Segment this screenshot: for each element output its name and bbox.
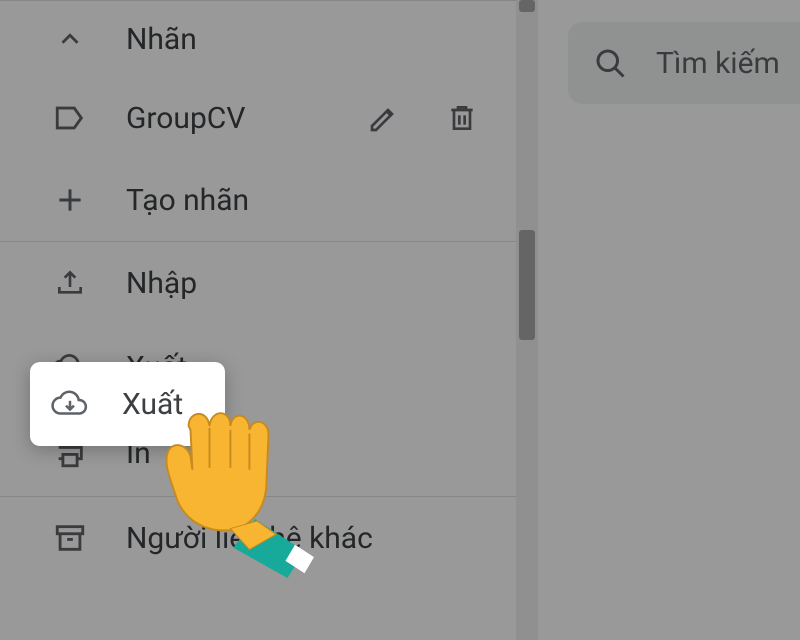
content-area: Tìm kiếm [538, 0, 800, 640]
label-name: GroupCV [126, 101, 245, 136]
cloud-download-icon [50, 384, 90, 424]
upload-icon [50, 263, 90, 303]
create-label-text: Tạo nhãn [126, 183, 249, 218]
app-root: Tìm kiếm Nhãn GroupCV [0, 0, 800, 640]
label-icon [50, 98, 90, 138]
chevron-up-icon [50, 19, 90, 59]
search-placeholder: Tìm kiếm [656, 46, 780, 81]
archive-icon [50, 518, 90, 558]
delete-label-button[interactable] [442, 98, 482, 138]
sidebar-scrollbar[interactable] [516, 0, 538, 640]
label-item[interactable]: GroupCV [0, 77, 516, 159]
search-box[interactable]: Tìm kiếm [568, 22, 800, 104]
scrollbar-thumb[interactable] [519, 0, 535, 12]
edit-label-button[interactable] [364, 98, 404, 138]
search-icon [592, 45, 628, 81]
import-button[interactable]: Nhập [0, 242, 516, 324]
labels-section-title: Nhãn [126, 22, 197, 57]
import-label: Nhập [126, 266, 197, 301]
create-label-button[interactable]: Tạo nhãn [0, 159, 516, 241]
pointer-hand-icon [143, 388, 333, 578]
scrollbar-thumb[interactable] [519, 230, 535, 340]
labels-section-toggle[interactable]: Nhãn [0, 1, 516, 77]
plus-icon [50, 180, 90, 220]
